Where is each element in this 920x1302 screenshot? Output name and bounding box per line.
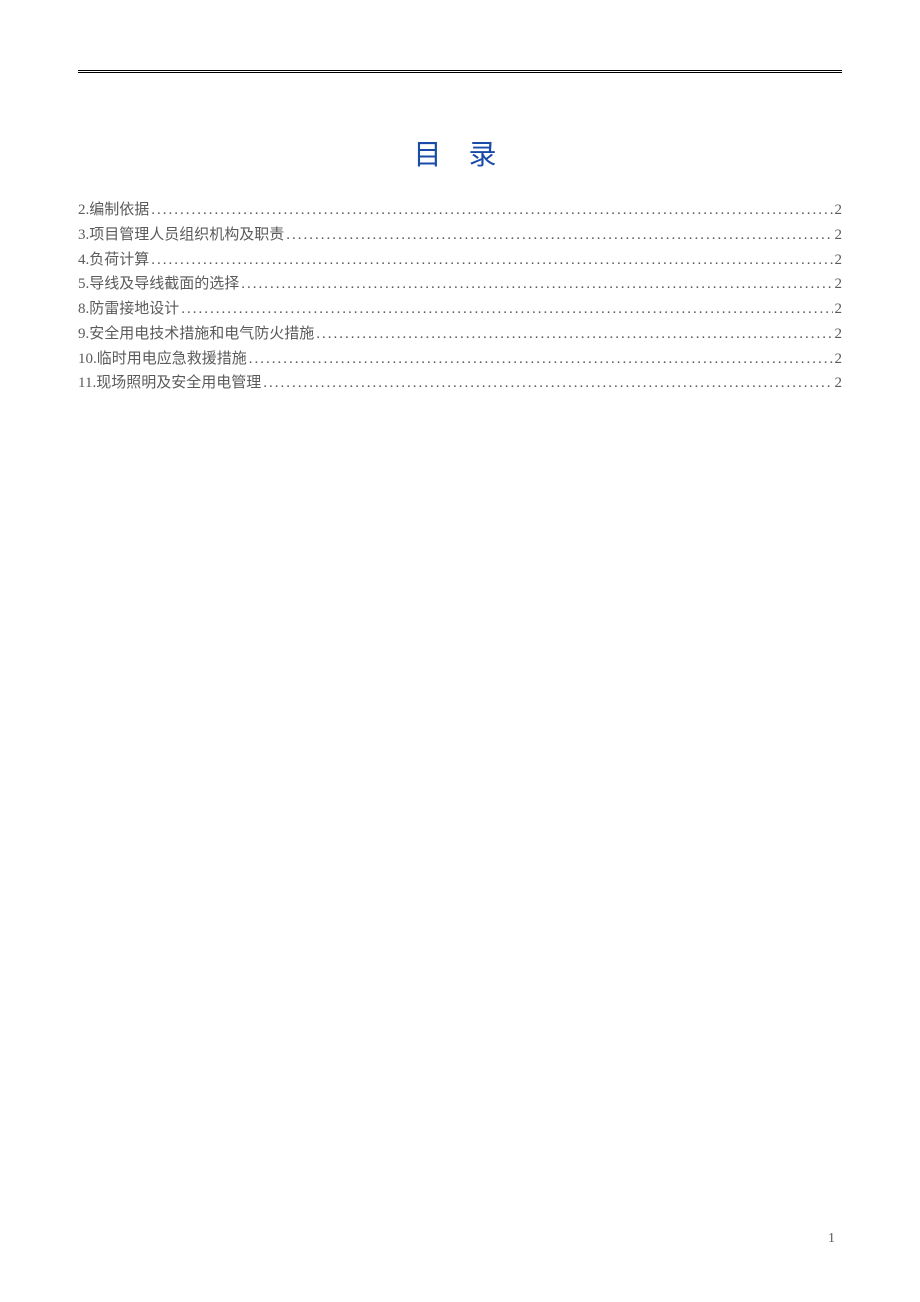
toc-entry[interactable]: 2.编制依据 2 [78, 198, 842, 223]
toc-entry-page: 2 [835, 198, 843, 223]
toc-entry-page: 2 [835, 297, 843, 322]
toc-entry-label: 9.安全用电技术措施和电气防火措施 [78, 322, 314, 347]
toc-dots [249, 347, 833, 372]
toc-entry[interactable]: 4.负荷计算 2 [78, 248, 842, 273]
toc-entry-page: 2 [835, 347, 843, 372]
toc-dots [181, 297, 832, 322]
toc-dots [316, 322, 832, 347]
toc-entry-label: 8.防雷接地设计 [78, 297, 179, 322]
page-number: 1 [828, 1231, 835, 1247]
toc-entry[interactable]: 9.安全用电技术措施和电气防火措施 2 [78, 322, 842, 347]
toc-dots [286, 223, 832, 248]
toc-entry-page: 2 [835, 223, 843, 248]
toc-title: 目 录 [78, 133, 842, 173]
toc-entry-label: 10.临时用电应急救援措施 [78, 347, 247, 372]
header-divider [78, 70, 842, 73]
toc-entry[interactable]: 11.现场照明及安全用电管理 2 [78, 371, 842, 396]
toc-entry[interactable]: 5.导线及导线截面的选择 2 [78, 272, 842, 297]
toc-entry-page: 2 [835, 371, 843, 396]
toc-entry-page: 2 [835, 272, 843, 297]
toc-entry-page: 2 [835, 322, 843, 347]
toc-entry[interactable]: 3.项目管理人员组织机构及职责 2 [78, 223, 842, 248]
toc-entry-label: 11.现场照明及安全用电管理 [78, 371, 261, 396]
toc-entry-label: 3.项目管理人员组织机构及职责 [78, 223, 284, 248]
toc-dots [263, 371, 832, 396]
toc-dots [241, 272, 832, 297]
toc-list: 2.编制依据 2 3.项目管理人员组织机构及职责 2 4.负荷计算 2 5.导线… [78, 198, 842, 396]
toc-entry-label: 2.编制依据 [78, 198, 149, 223]
toc-entry[interactable]: 10.临时用电应急救援措施 2 [78, 347, 842, 372]
toc-dots [151, 198, 832, 223]
toc-entry-page: 2 [835, 248, 843, 273]
toc-entry-label: 4.负荷计算 [78, 248, 149, 273]
toc-entry[interactable]: 8.防雷接地设计 2 [78, 297, 842, 322]
document-page: 目 录 2.编制依据 2 3.项目管理人员组织机构及职责 2 4.负荷计算 2 … [0, 0, 920, 1302]
toc-entry-label: 5.导线及导线截面的选择 [78, 272, 239, 297]
toc-dots [151, 248, 832, 273]
